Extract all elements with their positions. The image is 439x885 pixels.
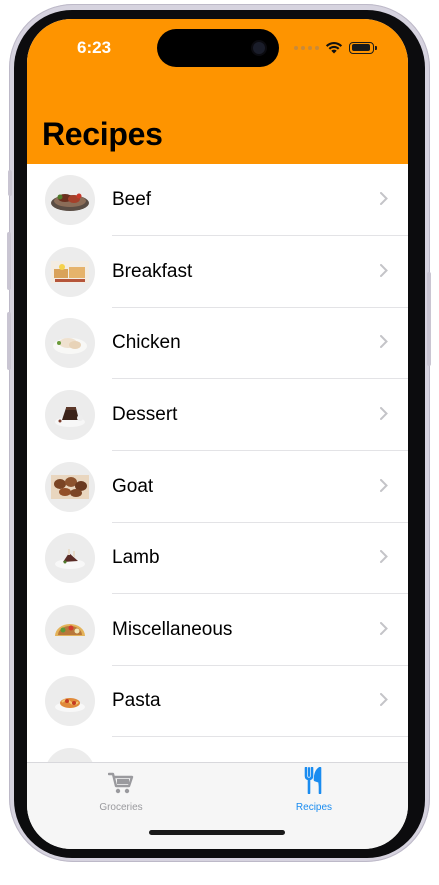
screen: 6:23 Recipes Beef Breakfast Chicken Dess…: [27, 19, 408, 849]
list-item-partial[interactable]: [27, 737, 408, 764]
wifi-icon: [325, 42, 343, 54]
list-item-label: Dessert: [112, 404, 178, 425]
list-item-lamb[interactable]: Lamb: [27, 522, 408, 594]
list-item-miscellaneous[interactable]: Miscellaneous: [27, 594, 408, 666]
volume-down-button: [7, 312, 11, 370]
chevron-right-icon: [380, 264, 388, 277]
breakfast-dish-icon: [45, 247, 95, 297]
goat-dish-icon: [45, 462, 95, 512]
status-time: 6:23: [77, 38, 112, 57]
list-item-chicken[interactable]: Chicken: [27, 307, 408, 379]
side-button: [427, 272, 431, 366]
lamb-dish-icon: [45, 533, 95, 583]
status-indicators: [294, 41, 377, 54]
chicken-dish-icon: [45, 318, 95, 368]
cart-icon: [108, 772, 134, 794]
list-item-label: Beef: [112, 189, 152, 210]
list-item-label: Miscellaneous: [112, 619, 233, 640]
list-item-label: Lamb: [112, 547, 160, 568]
navigation-header: 6:23 Recipes: [27, 19, 408, 164]
list-item-beef[interactable]: Beef: [27, 164, 408, 236]
tab-recipes[interactable]: Recipes: [254, 767, 374, 815]
recipe-category-list[interactable]: Beef Breakfast Chicken Dessert Goat Lamb…: [27, 164, 408, 764]
miscellaneous-dish-icon: [45, 605, 95, 655]
pasta-dish-icon: [45, 676, 95, 726]
beef-dish-icon: [45, 175, 95, 225]
chevron-right-icon: [380, 550, 388, 563]
list-item-label: Breakfast: [112, 261, 193, 282]
list-item-breakfast[interactable]: Breakfast: [27, 236, 408, 308]
chevron-right-icon: [380, 479, 388, 492]
page-title: Recipes: [42, 116, 163, 152]
dynamic-island: [157, 29, 279, 67]
battery-icon: [349, 41, 377, 54]
chevron-right-icon: [380, 407, 388, 420]
list-item-dessert[interactable]: Dessert: [27, 379, 408, 451]
dessert-dish-icon: [45, 390, 95, 440]
chevron-right-icon: [380, 192, 388, 205]
list-item-label: Chicken: [112, 332, 181, 353]
list-item-pasta[interactable]: Pasta: [27, 665, 408, 737]
tab-label: Groceries: [99, 802, 143, 813]
tab-groceries[interactable]: Groceries: [61, 771, 181, 815]
tab-bar: Groceries Recipes: [27, 762, 408, 849]
chevron-right-icon: [380, 622, 388, 635]
chevron-right-icon: [380, 335, 388, 348]
fork-knife-icon: [304, 767, 322, 794]
volume-up-button: [7, 232, 11, 290]
silent-switch: [8, 170, 12, 196]
list-item-label: Pasta: [112, 690, 161, 711]
list-item-label: Goat: [112, 476, 154, 497]
camera-icon: [253, 42, 265, 54]
tab-label: Recipes: [295, 802, 333, 813]
chevron-right-icon: [380, 693, 388, 706]
list-item-goat[interactable]: Goat: [27, 451, 408, 523]
home-indicator: [149, 830, 285, 835]
signal-dots-icon: [294, 45, 319, 50]
